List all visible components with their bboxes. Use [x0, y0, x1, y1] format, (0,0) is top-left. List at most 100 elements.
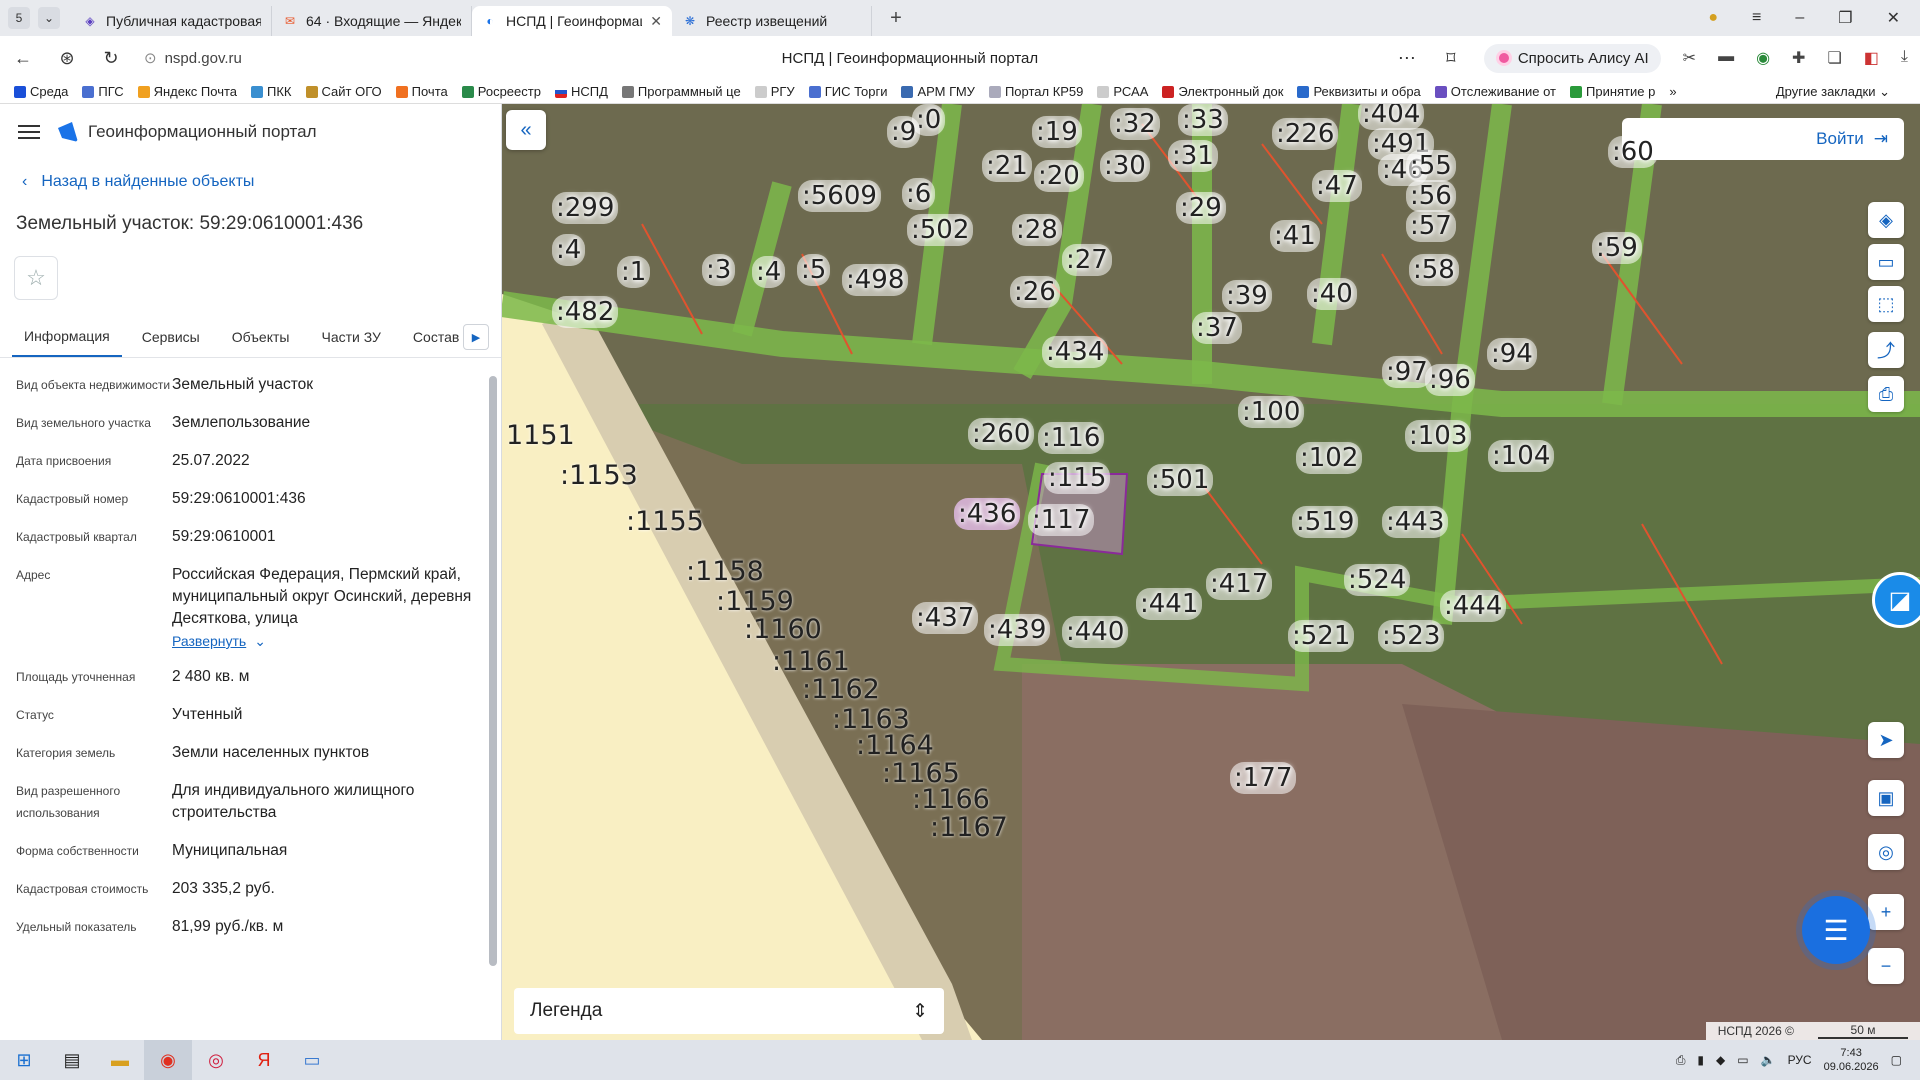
start-windows-icon[interactable]: ⊞ — [0, 1040, 48, 1080]
parcel-label[interactable]: :441 — [1136, 588, 1203, 620]
yandex-protect-icon[interactable]: ⊛ — [56, 47, 78, 69]
parcel-label[interactable]: :439 — [984, 614, 1051, 646]
parcel-label[interactable]: :47 — [1312, 170, 1362, 202]
parcel-label[interactable]: :5609 — [798, 180, 881, 212]
parcel-label[interactable]: :434 — [1042, 336, 1109, 368]
browser-tab-pkk[interactable]: ◈ Публичная кадастровая к — [72, 6, 272, 36]
parcel-label[interactable]: :523 — [1378, 620, 1445, 652]
bookmark-tracking[interactable]: Отслеживание от — [1434, 84, 1556, 99]
map-view[interactable]: « Войти ⇥ ◈ ▭ ⬚ ⤴ ⎙ ◪ ➤ ▣ ◎ + − ☰ Легенда… — [502, 104, 1920, 1040]
parcel-label[interactable]: :177 — [1230, 762, 1297, 794]
language-indicator[interactable]: РУС — [1788, 1053, 1812, 1067]
tab-objects[interactable]: Объекты — [220, 316, 302, 357]
parcel-label[interactable]: 1151 — [502, 420, 579, 452]
parcel-label[interactable]: :103 — [1405, 420, 1472, 452]
new-tab-button[interactable]: + — [882, 4, 910, 32]
parcel-label[interactable]: :443 — [1382, 506, 1449, 538]
parcel-label[interactable]: :524 — [1344, 564, 1411, 596]
clock[interactable]: 7:43 09.06.2026 — [1824, 1046, 1879, 1074]
bookmark-nspd[interactable]: НСПД — [554, 84, 608, 99]
parcel-label[interactable]: :6 — [902, 178, 936, 210]
parcel-label[interactable]: :55 — [1406, 150, 1456, 182]
bookmark-program[interactable]: Программный це — [621, 84, 741, 99]
bookmark-edoc[interactable]: Электронный док — [1162, 84, 1283, 99]
legend-toggle[interactable]: Легенда ⇕ — [514, 988, 944, 1034]
parcel-label[interactable]: :115 — [1044, 462, 1111, 494]
battery-icon[interactable]: ▮ — [1697, 1053, 1704, 1067]
selected-parcel-label[interactable]: :436 — [954, 498, 1021, 530]
site-info-icon[interactable]: ⊙ — [144, 49, 157, 67]
parcel-label[interactable]: :59 — [1592, 232, 1642, 264]
parcel-label[interactable]: :30 — [1100, 150, 1150, 182]
app-icon[interactable]: ◎ — [192, 1040, 240, 1080]
parcel-label[interactable]: :440 — [1062, 616, 1129, 648]
translate-icon[interactable]: ◧ — [1864, 48, 1879, 68]
parcel-label[interactable]: :96 — [1425, 364, 1475, 396]
bookmark-yandex-mail[interactable]: Яндекс Почта — [137, 84, 237, 99]
parcel-label[interactable]: :502 — [907, 214, 974, 246]
network-icon[interactable]: ▭ — [1737, 1053, 1748, 1067]
zoom-out-button[interactable]: − — [1868, 948, 1904, 984]
close-window-icon[interactable]: ✕ — [1887, 8, 1900, 28]
parcel-label[interactable]: :60 — [1608, 136, 1658, 168]
parcel-label[interactable]: :1158 — [682, 556, 768, 588]
parcel-label[interactable]: :1167 — [926, 812, 1012, 844]
bookmark-pgs[interactable]: ПГС — [82, 84, 124, 99]
parcel-label[interactable]: :498 — [842, 264, 909, 296]
layers-button[interactable]: ◈ — [1868, 202, 1904, 238]
parcel-label[interactable]: :260 — [968, 418, 1035, 450]
parcel-label[interactable]: :437 — [912, 602, 979, 634]
parcel-label[interactable]: :37 — [1192, 312, 1242, 344]
tab-services[interactable]: Сервисы — [130, 316, 212, 357]
browser-tab-nspd[interactable]: ◐ НСПД | Геоинформаци ✕ — [472, 6, 672, 36]
login-button[interactable]: Войти ⇥ — [1622, 118, 1904, 160]
parcel-label[interactable]: :57 — [1406, 210, 1456, 242]
back-arrow-icon[interactable]: ← — [12, 47, 34, 69]
parcel-label[interactable]: :482 — [552, 296, 619, 328]
parcel-label[interactable]: :100 — [1238, 396, 1305, 428]
scrollbar-thumb[interactable] — [489, 376, 497, 966]
parcel-label[interactable]: :1153 — [556, 460, 642, 492]
parcel-label[interactable]: :9 — [887, 116, 921, 148]
parcel-label[interactable]: :444 — [1440, 590, 1507, 622]
parcel-label[interactable]: :31 — [1168, 140, 1218, 172]
geolocation-button[interactable]: ◎ — [1868, 834, 1904, 870]
window-app-icon[interactable]: ▭ — [288, 1040, 336, 1080]
parcel-label[interactable]: :32 — [1110, 108, 1160, 140]
tab-list-chevron-icon[interactable]: ⌄ — [38, 7, 60, 29]
tab-parts[interactable]: Части ЗУ — [309, 316, 392, 357]
parcel-label[interactable]: :1155 — [622, 506, 708, 538]
volume-icon[interactable]: 🔈 — [1761, 1053, 1776, 1067]
printer-icon[interactable]: ⎙ — [1676, 1053, 1686, 1068]
bookmark-icon[interactable]: ⌑ — [1440, 47, 1462, 69]
panel-scrollbar[interactable] — [489, 362, 497, 1032]
parcel-label[interactable]: :41 — [1270, 220, 1320, 252]
file-explorer-icon[interactable]: ▬ — [96, 1040, 144, 1080]
parcel-label[interactable]: :20 — [1034, 160, 1084, 192]
download-icon[interactable]: ⤓ — [1901, 48, 1908, 68]
parcel-label[interactable]: :5 — [797, 254, 831, 286]
measure-button[interactable]: ▭ — [1868, 244, 1904, 280]
bookmark-mail[interactable]: Почта — [395, 84, 448, 99]
puzzle-icon[interactable]: ✚ — [1792, 48, 1805, 68]
tab-composition[interactable]: Состав — [401, 316, 471, 357]
zoom-in-button[interactable]: + — [1868, 894, 1904, 930]
parcel-label[interactable]: :4 — [552, 234, 586, 266]
avatar-icon[interactable]: ● — [1708, 9, 1718, 27]
other-bookmarks[interactable]: Другие закладки ⌄ — [1776, 84, 1920, 100]
parcel-label[interactable]: :33 — [1178, 104, 1228, 136]
parcel-label[interactable]: :3 — [702, 254, 736, 286]
parcel-label[interactable]: :94 — [1487, 338, 1537, 370]
parcel-label[interactable]: :104 — [1488, 440, 1555, 472]
parcel-label[interactable]: :299 — [552, 192, 619, 224]
bookmark-rosreestr[interactable]: Росреестр — [461, 84, 541, 99]
collections-icon[interactable]: ❏ — [1827, 48, 1841, 68]
parcel-label[interactable]: :40 — [1307, 278, 1357, 310]
parcel-label[interactable]: :19 — [1032, 116, 1082, 148]
hamburger-menu-icon[interactable] — [18, 125, 40, 139]
bookmark-arm-gmu[interactable]: АРМ ГМУ — [901, 84, 975, 99]
back-to-results-link[interactable]: ‹ Назад в найденные объекты — [0, 160, 501, 204]
ask-alice-button[interactable]: Спросить Алису AI — [1483, 43, 1661, 73]
parcel-label[interactable]: :226 — [1272, 118, 1339, 150]
tab-information[interactable]: Информация — [12, 316, 122, 357]
